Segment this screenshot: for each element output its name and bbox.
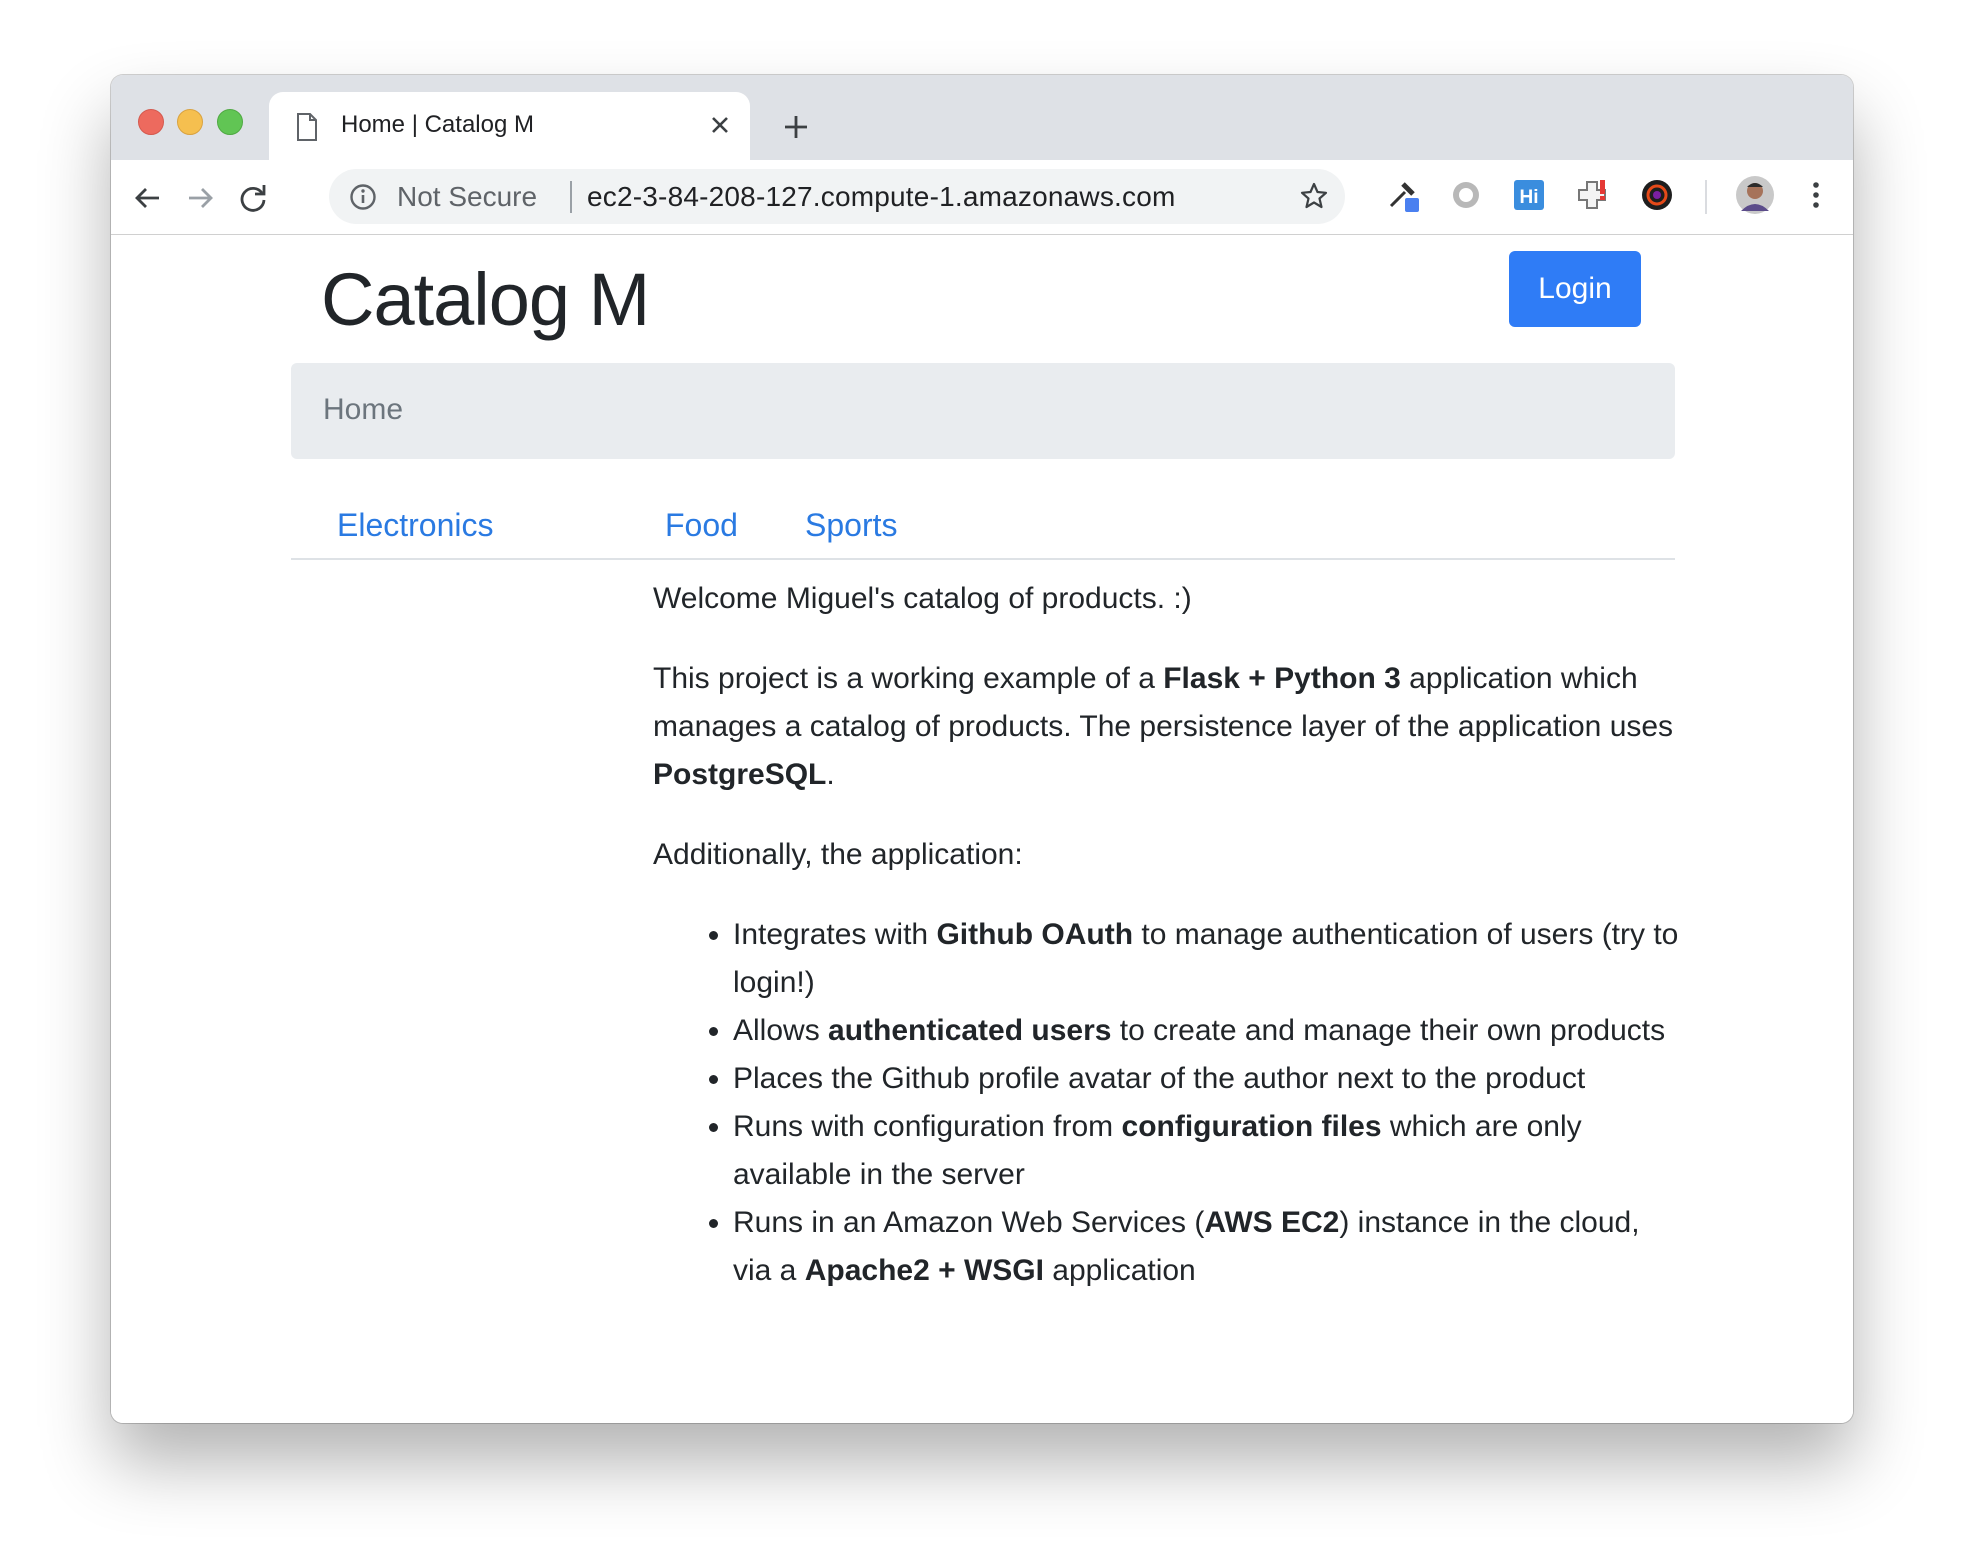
category-tabs: Electronics Food Sports (291, 483, 1675, 560)
close-tab-icon[interactable] (707, 112, 733, 138)
url-text[interactable]: ec2-3-84-208-127.compute-1.amazonaws.com (587, 181, 1176, 213)
list-item: Runs with configuration from configurati… (733, 1103, 1683, 1199)
browser-window: Home | Catalog M Not Secure ec2-3-84-208… (111, 75, 1853, 1423)
security-label[interactable]: Not Secure (397, 181, 537, 213)
list-item: Allows authenticated users to create and… (733, 1007, 1683, 1055)
forward-arrow-icon[interactable] (185, 183, 215, 213)
list-item: Runs in an Amazon Web Services (AWS EC2)… (733, 1199, 1683, 1295)
additionally-text: Additionally, the application: (653, 838, 1023, 871)
browser-toolbar: Not Secure ec2-3-84-208-127.compute-1.am… (111, 160, 1853, 235)
tab-strip: Home | Catalog M (111, 75, 1853, 160)
new-tab-icon[interactable] (781, 112, 811, 142)
intro-paragraph: This project is a working example of a F… (653, 662, 1674, 791)
bookmark-star-icon[interactable] (1299, 181, 1329, 211)
breadcrumb-home[interactable]: Home (323, 393, 403, 427)
page-content: Catalog M Login Home Electronics Food Sp… (111, 235, 1853, 1423)
maximize-window-button[interactable] (217, 109, 243, 135)
site-title: Catalog M (321, 258, 650, 341)
address-divider (570, 181, 572, 213)
feature-list: Integrates with Github OAuth to manage a… (653, 911, 1683, 1295)
profile-avatar-icon[interactable] (1735, 175, 1775, 215)
tab-sports[interactable]: Sports (805, 507, 897, 544)
menu-dots-icon[interactable] (1799, 178, 1833, 212)
tab-title: Home | Catalog M (341, 111, 534, 138)
address-bar[interactable]: Not Secure ec2-3-84-208-127.compute-1.am… (329, 169, 1345, 224)
list-item: Places the Github profile avatar of the … (733, 1055, 1683, 1103)
medical-extension-icon[interactable] (1577, 178, 1611, 212)
welcome-text: Welcome Miguel's catalog of products. :) (653, 582, 1192, 615)
toolbar-divider (1705, 180, 1707, 214)
camera-extension-icon[interactable] (1640, 178, 1674, 212)
hi-extension-icon[interactable]: Hi (1512, 178, 1546, 212)
close-window-button[interactable] (138, 109, 164, 135)
tab-home[interactable]: Home | Catalog M (269, 92, 750, 160)
list-item: Integrates with Github OAuth to manage a… (733, 911, 1683, 1007)
record-extension-icon[interactable] (1449, 178, 1483, 212)
reload-icon[interactable] (237, 182, 269, 214)
tab-electronics[interactable]: Electronics (337, 507, 494, 544)
back-arrow-icon[interactable] (133, 183, 163, 213)
minimize-window-button[interactable] (177, 109, 203, 135)
svg-text:Hi: Hi (1520, 187, 1539, 208)
main-description: Welcome Miguel's catalog of products. :)… (653, 575, 1683, 1295)
breadcrumb: Home (291, 363, 1675, 459)
info-icon[interactable] (349, 183, 377, 211)
login-button[interactable]: Login (1509, 251, 1641, 327)
tab-food[interactable]: Food (665, 507, 738, 544)
document-icon (297, 113, 317, 141)
eyedropper-extension-icon[interactable] (1387, 178, 1421, 212)
